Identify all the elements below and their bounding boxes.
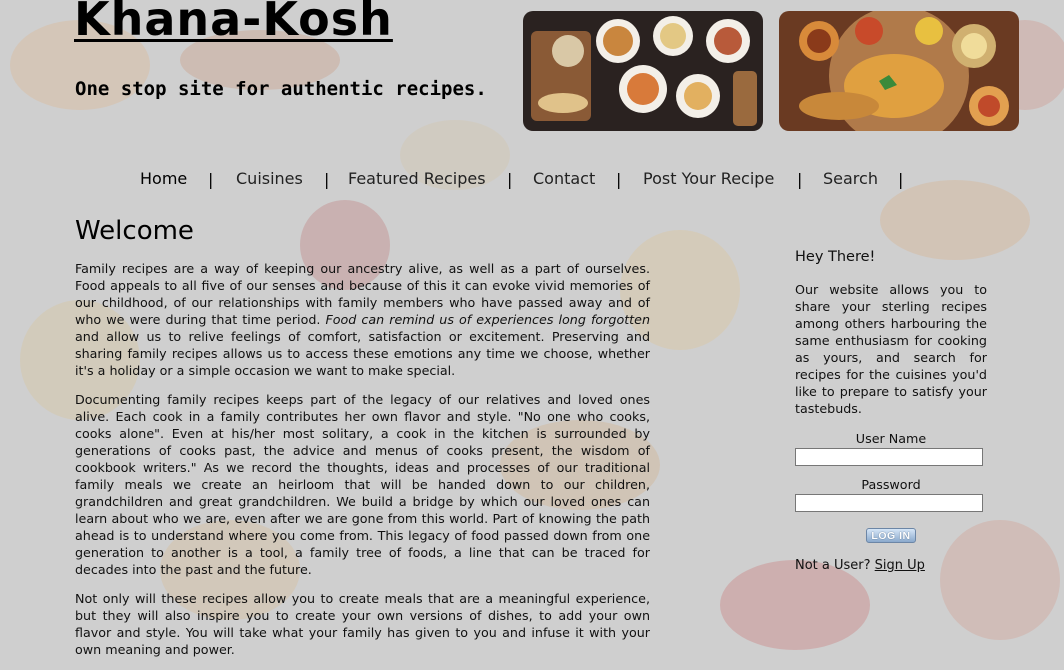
article-paragraph: Not only will these recipes allow you to… [75,591,650,657]
nav-post-recipe-link[interactable]: Post Your Recipe [643,169,774,188]
username-label: User Name [855,431,927,446]
nav-home-link[interactable]: Home [140,169,187,188]
nav-contact-link[interactable]: Contact [533,169,595,188]
article-paragraph: Family recipes are a way of keeping our … [75,261,650,378]
sidebar-intro: Our website allows you to share your ste… [795,282,987,416]
sidebar-heading: Hey There! [795,249,876,265]
site-title: Khana-Kosh [74,0,393,46]
signup-prompt: Not a User? Sign Up [795,558,925,573]
article-paragraph: Documenting family recipes keeps part of… [75,392,650,577]
password-input[interactable] [795,494,983,512]
nav-separator: | [324,170,330,189]
login-button[interactable]: LOG IN [866,528,916,543]
article-emphasis: Food can remind us of experiences long f… [325,312,650,327]
login-sidebar: Hey There! Our website allows you to sha… [795,249,987,573]
nav-separator: | [898,170,904,189]
nav-search-link[interactable]: Search [823,169,878,188]
welcome-article: Family recipes are a way of keeping our … [75,260,650,670]
nav-separator: | [616,170,622,189]
welcome-heading: Welcome [75,216,194,246]
signup-link[interactable]: Sign Up [875,558,925,573]
indian-thali-photo [779,11,1019,131]
italian-food-spread-photo [523,11,763,131]
username-input[interactable] [795,448,983,466]
nav-cuisines-link[interactable]: Cuisines [236,169,303,188]
nav-featured-recipes-link[interactable]: Featured Recipes [348,169,486,188]
nav-separator: | [208,170,214,189]
main-nav: Home | Cuisines | Featured Recipes | Con… [0,167,1064,191]
nav-separator: | [797,170,803,189]
nav-separator: | [507,170,513,189]
password-label: Password [861,477,921,492]
site-tagline: One stop site for authentic recipes. [75,78,487,100]
